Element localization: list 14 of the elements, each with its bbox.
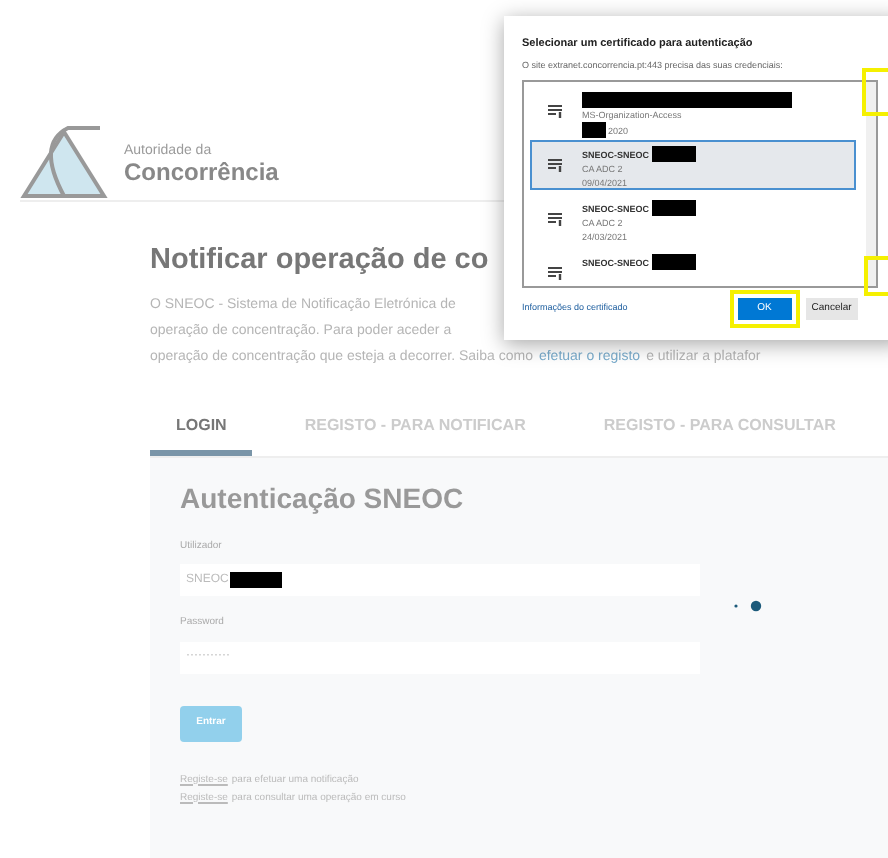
dots-icon xyxy=(734,599,762,611)
redaction-bar xyxy=(651,146,696,162)
certificate-icon xyxy=(548,158,564,172)
redaction-bar xyxy=(582,122,606,138)
certificate-icon xyxy=(548,104,564,118)
page-title: Notificar operação de co xyxy=(150,246,489,275)
highlight-frame xyxy=(862,68,888,116)
highlight-frame xyxy=(864,256,888,296)
login-title: Autenticação SNEOC xyxy=(180,479,466,518)
redaction-bar xyxy=(651,254,696,270)
certificate-icon xyxy=(548,266,564,280)
redaction-bar xyxy=(651,200,696,216)
logo-name: Concorrência xyxy=(124,158,279,188)
certificate-icon xyxy=(548,212,564,226)
